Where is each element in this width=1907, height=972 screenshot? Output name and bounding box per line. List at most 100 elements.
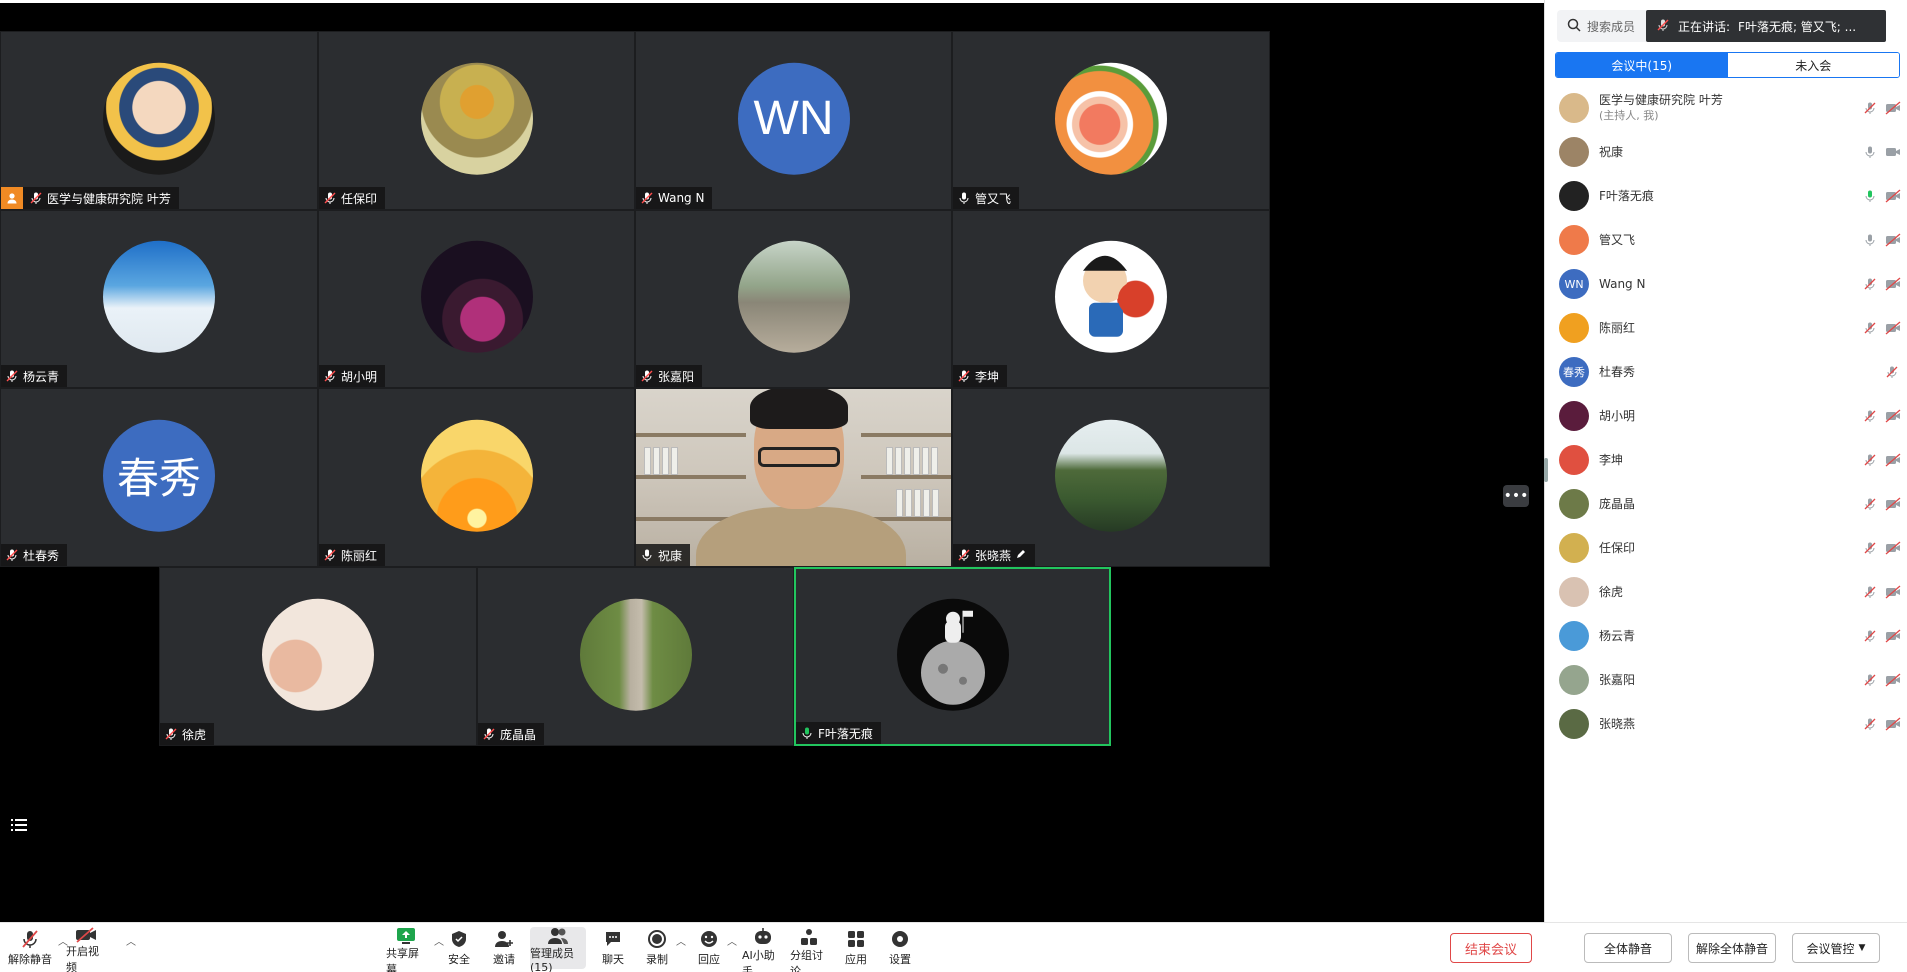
participant-nametag: 任保印 xyxy=(319,187,386,209)
basketball-cartoon-avatar xyxy=(1055,240,1167,353)
video-tile[interactable]: 医学与健康研究院 叶芳 xyxy=(0,31,318,210)
video-tile[interactable]: 庞晶晶 xyxy=(477,567,794,746)
end-meeting-button[interactable]: 结束会议 xyxy=(1450,933,1532,963)
camera-off-icon[interactable] xyxy=(1885,716,1901,735)
member-row[interactable]: 胡小明 xyxy=(1545,394,1907,438)
video-tile[interactable]: 杨云青 xyxy=(0,210,318,388)
chevron-up-icon[interactable]: ︿ xyxy=(126,933,136,948)
manage-members-button[interactable]: 管理成员(15) xyxy=(530,927,586,972)
member-row[interactable]: 春秀 杜春秀 xyxy=(1545,350,1907,394)
mic-muted-icon[interactable] xyxy=(1885,364,1899,383)
participant-nametag: 胡小明 xyxy=(319,365,386,387)
member-row[interactable]: 医学与健康研究院 叶芳 (主持人, 我) xyxy=(1545,86,1907,130)
camera-off-icon[interactable] xyxy=(1885,276,1901,295)
member-name: 徐虎 xyxy=(1599,584,1624,599)
camera-off-icon[interactable] xyxy=(1885,496,1901,515)
start-video-button[interactable]: 开启视频 xyxy=(66,927,106,972)
participant-name: 张嘉阳 xyxy=(658,369,695,384)
member-row[interactable]: 徐虎 xyxy=(1545,570,1907,614)
member-row[interactable]: 陈丽红 xyxy=(1545,306,1907,350)
video-tile[interactable]: 徐虎 xyxy=(159,567,477,746)
member-row[interactable]: 张晓燕 xyxy=(1545,702,1907,746)
video-tile[interactable]: 张晓燕 xyxy=(952,388,1270,567)
member-row[interactable]: 庞晶晶 xyxy=(1545,482,1907,526)
camera-feed xyxy=(636,389,951,566)
mic-muted-icon[interactable] xyxy=(1863,100,1877,119)
search-input[interactable]: 搜索成员 xyxy=(1587,18,1635,35)
video-tile[interactable]: 管又飞 xyxy=(952,31,1270,210)
share-screen-button[interactable]: 共享屏幕 xyxy=(386,927,426,972)
mic-muted-icon[interactable] xyxy=(1863,584,1877,603)
video-tile[interactable]: 陈丽红 xyxy=(318,388,635,567)
participant-nametag: 管又飞 xyxy=(953,187,1020,209)
member-row[interactable]: 祝康 xyxy=(1545,130,1907,174)
member-role: (主持人, 我) xyxy=(1599,109,1659,122)
member-list: 医学与健康研究院 叶芳 (主持人, 我) 祝康 F叶落无痕 管又飞 WN Wang N 陈丽红… xyxy=(1545,86,1907,746)
security-button[interactable]: 安全 xyxy=(445,927,473,969)
member-row[interactable]: 杨云青 xyxy=(1545,614,1907,658)
mic-muted-icon[interactable] xyxy=(1863,672,1877,691)
video-tile[interactable]: WN Wang N xyxy=(635,31,952,210)
unmute-button[interactable]: 解除静音 xyxy=(8,927,52,969)
camera-off-icon[interactable] xyxy=(1885,452,1901,471)
camera-off-icon[interactable] xyxy=(1885,540,1901,559)
mic-muted-icon[interactable] xyxy=(1863,452,1877,471)
camera-off-icon[interactable] xyxy=(1885,188,1901,207)
video-tile[interactable]: 李坤 xyxy=(952,210,1270,388)
mic-muted-icon xyxy=(1656,18,1670,35)
chat-button[interactable]: 聊天 xyxy=(600,927,626,969)
member-row[interactable]: 张嘉阳 xyxy=(1545,658,1907,702)
participant-name: 祝康 xyxy=(658,548,683,563)
camera-off-icon[interactable] xyxy=(1885,320,1901,339)
invite-button[interactable]: 邀请 xyxy=(489,927,519,969)
mic-muted-icon[interactable] xyxy=(1863,716,1877,735)
mic-speaking-icon[interactable] xyxy=(1863,188,1877,207)
camera-off-icon[interactable] xyxy=(1885,408,1901,427)
react-button[interactable]: 回应 xyxy=(696,927,722,969)
mic-muted-icon[interactable] xyxy=(1863,276,1877,295)
chevron-up-icon[interactable]: ︿ xyxy=(727,933,737,948)
member-row[interactable]: WN Wang N xyxy=(1545,262,1907,306)
member-avatar xyxy=(1559,181,1589,211)
member-row[interactable]: 李坤 xyxy=(1545,438,1907,482)
camera-off-icon[interactable] xyxy=(1885,100,1901,119)
more-options-icon[interactable]: ••• xyxy=(1503,485,1529,507)
chevron-up-icon[interactable]: ︿ xyxy=(676,933,686,948)
video-tile[interactable]: 任保印 xyxy=(318,31,635,210)
mic-muted-icon[interactable] xyxy=(1863,540,1877,559)
mic-muted-icon[interactable] xyxy=(1863,496,1877,515)
unmute-all-button[interactable]: 解除全体静音 xyxy=(1688,933,1776,963)
camera-video-tile[interactable]: 祝康 xyxy=(635,388,952,567)
member-row[interactable]: 管又飞 xyxy=(1545,218,1907,262)
video-tile[interactable]: 张嘉阳 xyxy=(635,210,952,388)
breakout-button[interactable]: 分组讨论 xyxy=(790,927,828,972)
video-tile[interactable]: 胡小明 xyxy=(318,210,635,388)
tab-in-meeting[interactable]: 会议中(15) xyxy=(1556,53,1728,77)
record-button[interactable]: 录制 xyxy=(644,927,670,969)
camera-on-icon[interactable] xyxy=(1885,144,1901,163)
mic-muted-icon[interactable] xyxy=(1863,628,1877,647)
camera-off-icon[interactable] xyxy=(1885,628,1901,647)
camera-off-icon[interactable] xyxy=(1885,584,1901,603)
chevron-up-icon[interactable]: ︿ xyxy=(434,933,444,948)
mic-on-icon[interactable] xyxy=(1863,232,1877,251)
tab-not-joined[interactable]: 未入会 xyxy=(1727,53,1899,77)
speaking-video-tile[interactable]: F叶落无痕 xyxy=(794,567,1111,746)
mic-muted-icon[interactable] xyxy=(1863,408,1877,427)
mic-muted-icon[interactable] xyxy=(1863,320,1877,339)
ai-assistant-button[interactable]: AI小助手 xyxy=(742,927,784,972)
apps-button[interactable]: 应用 xyxy=(842,927,870,969)
member-row[interactable]: F叶落无痕 xyxy=(1545,174,1907,218)
video-tile[interactable]: 春秀 杜春秀 xyxy=(0,388,318,567)
list-view-icon[interactable] xyxy=(6,812,32,838)
settings-button[interactable]: 设置 xyxy=(886,927,914,969)
member-row[interactable]: 任保印 xyxy=(1545,526,1907,570)
panel-resize-handle[interactable] xyxy=(1544,458,1548,482)
camera-off-icon[interactable] xyxy=(1885,232,1901,251)
mic-on-icon[interactable] xyxy=(1863,144,1877,163)
meeting-control-button[interactable]: 会议管控 ▼ xyxy=(1792,933,1880,963)
participant-name: 张晓燕 xyxy=(975,548,1012,563)
mute-all-button[interactable]: 全体静音 xyxy=(1584,933,1672,963)
camera-off-icon[interactable] xyxy=(1885,672,1901,691)
start-video-label: 开启视频 xyxy=(66,945,99,972)
